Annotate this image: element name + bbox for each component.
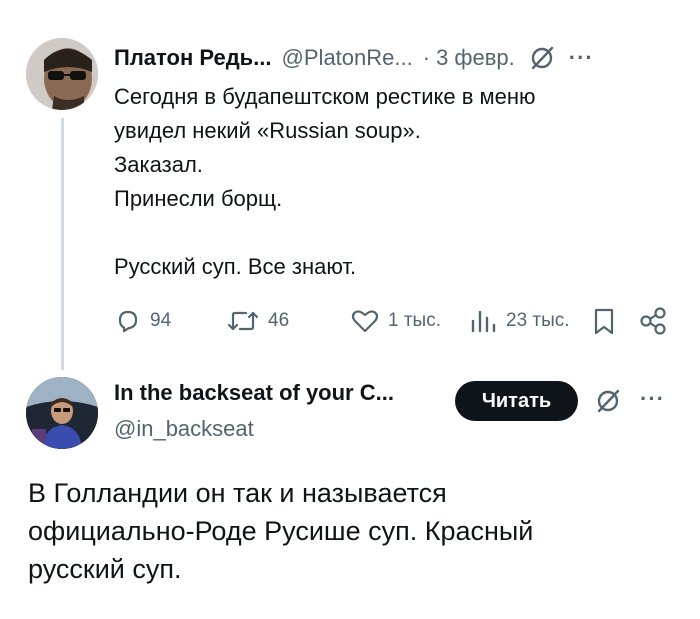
tweet-text-line: увидел некий «Russian soup».	[114, 118, 421, 143]
more-options-icon[interactable]: ···	[640, 386, 665, 412]
tweet-text-line: Русский суп. Все знают.	[114, 254, 357, 279]
grok-icon[interactable]	[595, 388, 621, 419]
bookmark-icon	[594, 308, 614, 335]
tweet-text-line	[114, 216, 674, 250]
author-name[interactable]: In the backseat of your C...	[114, 380, 454, 414]
avatar-photo	[26, 38, 98, 110]
tweet-text-line: В Голландии он так и называется	[28, 478, 447, 508]
repost-icon	[227, 311, 259, 331]
share-icon	[640, 307, 666, 335]
author-handle[interactable]: @in_backseat	[114, 416, 254, 442]
views-icon	[471, 310, 496, 333]
views-button[interactable]: 23 тыс.	[468, 304, 570, 338]
bookmark-button[interactable]	[592, 304, 624, 338]
tweet-text-line: Принесли борщ.	[114, 186, 283, 211]
tweet-date[interactable]: 3 февр.	[436, 45, 515, 71]
more-options-icon[interactable]: ···	[569, 45, 594, 71]
tweet-header: Платон Редь... @PlatonRe... · 3 февр. ··…	[114, 42, 684, 74]
author-handle[interactable]: @PlatonRe...	[282, 45, 413, 71]
like-button[interactable]: 1 тыс.	[350, 304, 441, 338]
like-icon	[351, 310, 379, 333]
author-name[interactable]: Платон Редь...	[114, 45, 272, 71]
share-button[interactable]	[638, 304, 676, 338]
avatar[interactable]	[26, 377, 98, 449]
tweet-text-line: Сегодня в будапештском рестике в меню	[114, 84, 536, 109]
grok-icon[interactable]	[529, 45, 555, 71]
tweet-text: В Голландии он так и называется официаль…	[28, 474, 678, 588]
repost-count: 46	[268, 310, 290, 331]
views-count: 23 тыс.	[506, 310, 570, 331]
reply-icon	[118, 310, 138, 333]
thread-connector-line	[61, 118, 64, 370]
action-bar: 94 46 1 тыс. 23 тыс.	[114, 304, 674, 338]
reply-button[interactable]: 94	[114, 304, 171, 338]
tweet-text-line: официально-Роде Русише суп. Красный	[28, 516, 534, 546]
avatar[interactable]	[26, 38, 98, 110]
tweet-text-line: русский суп.	[28, 554, 182, 584]
reply-count: 94	[150, 310, 172, 331]
separator-dot: ·	[422, 45, 431, 70]
tweet-text-line: Заказал.	[114, 152, 203, 177]
tweet-text: Сегодня в будапештском рестике в меню ув…	[114, 80, 674, 284]
avatar-photo	[26, 377, 98, 449]
like-count: 1 тыс.	[388, 310, 441, 331]
read-button[interactable]: Читать	[455, 381, 578, 421]
repost-button[interactable]: 46	[226, 304, 289, 338]
